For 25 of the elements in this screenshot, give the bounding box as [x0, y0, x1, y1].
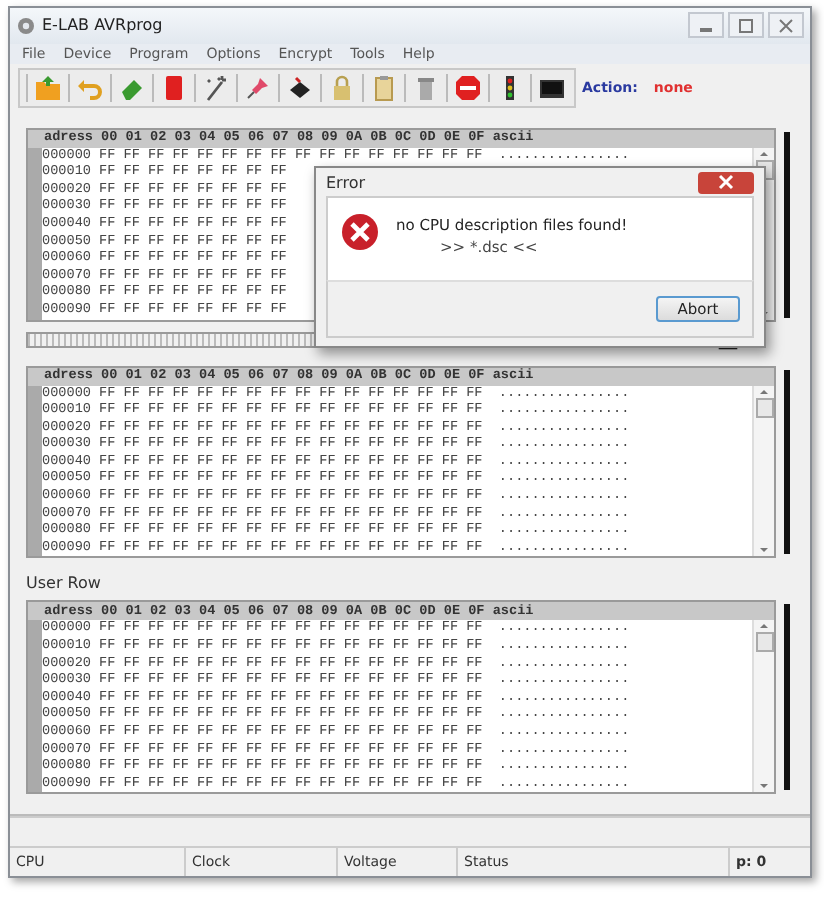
minimize-button[interactable] [688, 12, 724, 39]
window-title: E-LAB AVRprog [42, 16, 163, 35]
card-icon[interactable] [160, 73, 188, 102]
scroll-down-icon[interactable] [756, 544, 772, 557]
close-icon[interactable] [778, 17, 794, 34]
scroll-thumb[interactable] [755, 632, 773, 653]
scroll-thumb[interactable] [755, 397, 773, 417]
scroll-down-icon[interactable] [756, 780, 772, 793]
dialog-title: Error [326, 173, 365, 191]
scrollbar[interactable] [752, 385, 774, 557]
section-label: User Row [26, 574, 103, 593]
pushpin-icon[interactable] [244, 73, 272, 102]
maximize-button[interactable] [728, 12, 764, 39]
trash-icon[interactable] [412, 73, 440, 102]
lock-icon[interactable] [328, 73, 356, 102]
close-button[interactable] [768, 12, 804, 39]
wand-icon[interactable] [202, 73, 230, 102]
chip-icon[interactable] [286, 73, 314, 102]
clipboard-icon[interactable] [370, 73, 398, 102]
scrollbar[interactable] [752, 620, 774, 793]
stop-sign-icon[interactable] [454, 73, 482, 102]
error-icon [340, 212, 380, 252]
folder-icon[interactable] [34, 73, 62, 102]
maximize-icon[interactable] [738, 17, 754, 34]
close-button[interactable] [698, 171, 754, 193]
